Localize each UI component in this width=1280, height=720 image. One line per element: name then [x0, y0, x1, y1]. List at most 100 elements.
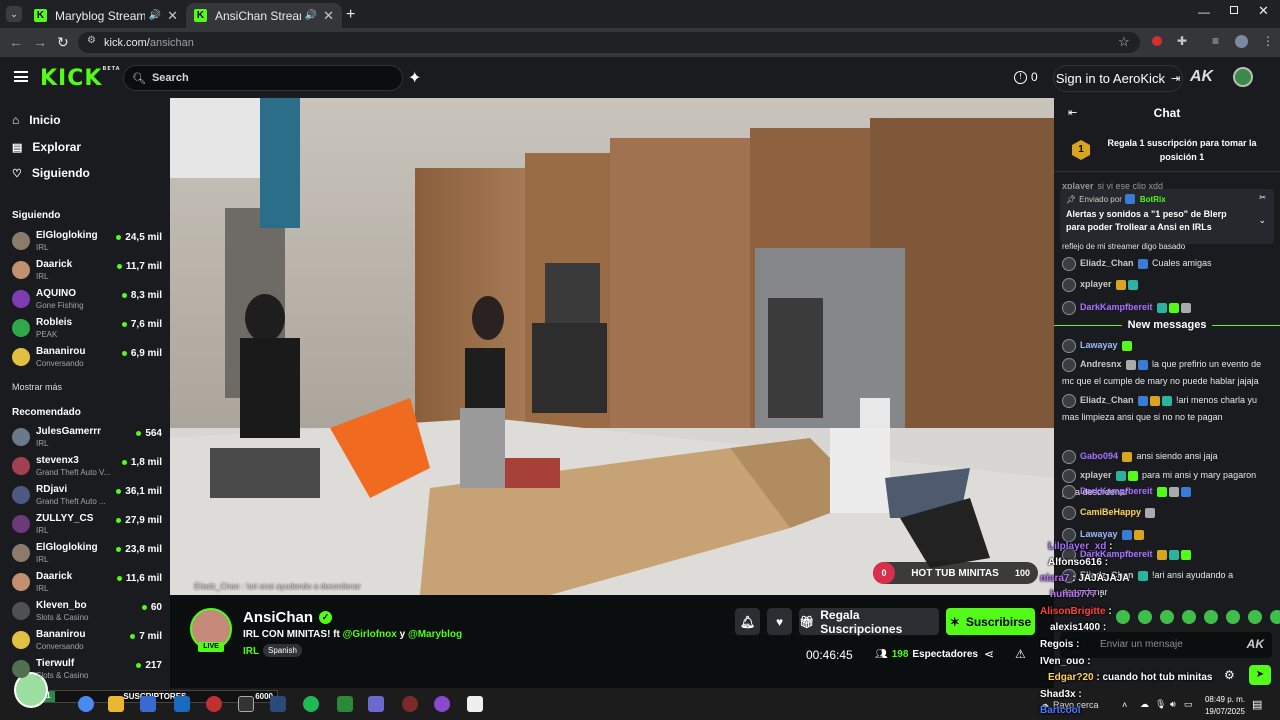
clock[interactable]: 08:49 p. m. 19/07/2025 — [1200, 694, 1245, 718]
browser-menu-icon[interactable]: ⋮ — [1262, 34, 1274, 48]
chat-settings-gear-icon[interactable]: ⚙ — [1224, 668, 1235, 682]
recommended-channel[interactable]: JulesGamerrr IRL 564 — [12, 426, 162, 454]
sparkle-ai-icon[interactable]: ✦ — [408, 68, 421, 88]
chat-username[interactable]: DarkKampfbereit — [1080, 486, 1153, 496]
hamburger-menu-icon[interactable] — [14, 71, 28, 82]
chat-username[interactable]: Eliadz_Chan — [1080, 258, 1134, 268]
minimize-window-icon[interactable]: — — [1198, 5, 1210, 19]
pinned-message[interactable]: 📌︎ Enviado por BotRix Alertas y sonidos a … — [1060, 189, 1274, 244]
site-info-icon[interactable]: ⚙ — [87, 35, 96, 46]
emote-icon[interactable] — [1204, 610, 1218, 624]
volume-icon[interactable]: 🔊︎ — [1170, 699, 1176, 710]
signin-button[interactable]: Sign in to AeroKick ⇥ — [1053, 65, 1183, 92]
recommended-channel[interactable]: Kleven_bo Slots & Casino 60 — [12, 600, 162, 628]
close-tab-icon[interactable]: ✕ — [323, 8, 334, 24]
recommended-channel[interactable]: ZULLYY_CS IRL 27,9 mil — [12, 513, 162, 541]
show-more-link[interactable]: Mostrar más — [12, 382, 62, 392]
browser-tab-maryblog[interactable]: K Maryblog Stream - Watch L 🔊 ✕ — [26, 3, 186, 28]
close-window-icon[interactable]: ✕ — [1258, 3, 1269, 19]
emote-icon[interactable] — [1226, 610, 1240, 624]
category-link[interactable]: IRL — [243, 646, 259, 657]
emote-icon[interactable] — [1116, 610, 1130, 624]
chat-username[interactable]: DarkKampfbereit — [1080, 302, 1153, 312]
report-warning-icon[interactable]: ⚠ — [1015, 647, 1026, 661]
recommended-channel[interactable]: ElGlogloking IRL 23,8 mil — [12, 542, 162, 570]
streamer-name-row[interactable]: AnsiChan ✓ — [243, 609, 333, 626]
sidebar-nav-inicio[interactable]: ⌂ Inicio — [12, 113, 61, 127]
chat-send-button[interactable]: ➤ — [1249, 665, 1271, 685]
chat-username[interactable]: Lawayay — [1080, 529, 1118, 539]
following-channel[interactable]: AQUINO Gone Fishing 8,3 mil — [12, 288, 162, 316]
following-channel[interactable]: Daarick IRL 11,7 mil — [12, 259, 162, 287]
audio-icon[interactable]: 🔊 — [149, 10, 161, 21]
emote-icon[interactable] — [1160, 610, 1174, 624]
spotify-taskbar-icon[interactable] — [303, 696, 319, 712]
chat-input[interactable]: Enviar un mensaje AK — [1060, 632, 1272, 658]
chat-username[interactable]: CamiBeHappy — [1080, 507, 1141, 517]
camera-taskbar-icon[interactable] — [238, 696, 254, 712]
chrome-taskbar-icon[interactable] — [78, 696, 94, 712]
tab-search-button[interactable]: ⌄ — [6, 6, 22, 22]
extensions-puzzle-icon[interactable]: ✚ — [1177, 34, 1187, 48]
close-tab-icon[interactable]: ✕ — [167, 8, 178, 24]
chat-username[interactable]: xplayer — [1080, 470, 1112, 480]
browser-tab-ansichan[interactable]: K AnsiChan Stream - Watch L 🔊 ✕ — [186, 3, 342, 28]
chat-username[interactable]: Andresnx — [1080, 359, 1122, 369]
bookmark-star-icon[interactable]: ☆ — [1118, 34, 1130, 50]
emote-icon[interactable] — [1138, 610, 1152, 624]
search-input[interactable]: 🔍︎ Search — [123, 65, 403, 91]
recommended-channel[interactable]: Bananirou Conversando 7 mil — [12, 629, 162, 657]
chevron-down-icon[interactable]: ⌄ — [1258, 215, 1266, 226]
file-explorer-taskbar-icon[interactable] — [108, 696, 124, 712]
chat-username[interactable]: Lawayay — [1080, 340, 1118, 350]
video-player[interactable]: 0 HOT TUB MINITAS 100 Eliadz_Chan : !ari… — [170, 98, 1054, 595]
chat-username[interactable]: xplayer — [1080, 279, 1112, 289]
app-taskbar-icon[interactable] — [206, 696, 222, 712]
store-taskbar-icon[interactable] — [140, 696, 156, 712]
subscribe-button[interactable]: ✶ Suscribirse — [946, 608, 1035, 635]
app-taskbar-icon[interactable] — [402, 696, 418, 712]
url-bar[interactable]: ⚙ kick.com/ansichan — [78, 32, 1140, 53]
new-tab-button[interactable]: + — [346, 6, 355, 24]
network-icon[interactable]: ☁ — [1140, 699, 1149, 710]
following-channel[interactable]: ElGlogloking IRL 24,5 mil — [12, 230, 162, 258]
chat-username[interactable]: Gabo094 — [1080, 451, 1118, 461]
recommended-channel[interactable]: stevenx3 Grand Theft Auto V... 1,8 mil — [12, 455, 162, 483]
forward-arrow-icon[interactable]: → — [33, 34, 47, 50]
battery-icon[interactable]: ▭ — [1184, 699, 1193, 710]
following-channel[interactable]: Robleis PEAK 7,6 mil — [12, 317, 162, 345]
notifications-counter[interactable]: ! 0 — [1014, 70, 1038, 84]
profile-avatar-icon[interactable] — [1235, 35, 1248, 48]
restore-window-icon[interactable] — [1230, 6, 1238, 14]
follow-heart-button[interactable]: ♥ — [767, 608, 792, 635]
aerokick-logo-icon[interactable]: AK — [1190, 68, 1213, 86]
emote-icon[interactable] — [1270, 610, 1280, 624]
audio-icon[interactable]: 🔊 — [305, 10, 317, 21]
kick-logo[interactable]: KICKBETA — [40, 66, 121, 91]
chat-username[interactable]: Eliadz_Chan — [1080, 395, 1134, 405]
mention-link[interactable]: @Maryblog — [408, 629, 462, 640]
obs-taskbar-icon[interactable] — [434, 696, 450, 712]
extension-red-icon[interactable] — [1152, 36, 1162, 46]
recommended-channel[interactable]: RDjavi Grand Theft Auto ... 36,1 mil — [12, 484, 162, 512]
outlook-taskbar-icon[interactable] — [174, 696, 190, 712]
following-channel[interactable]: Bananirou Conversando 6,9 mil — [12, 346, 162, 374]
back-arrow-icon[interactable]: ← — [9, 34, 23, 50]
sidebar-nav-siguiendo[interactable]: ♡ Siguiendo — [12, 166, 90, 180]
steam-taskbar-icon[interactable] — [270, 696, 286, 712]
mic-icon[interactable]: 🎙︎ — [1155, 699, 1166, 710]
notion-taskbar-icon[interactable] — [467, 696, 483, 712]
aerokick-input-icon[interactable]: AK — [1247, 637, 1264, 651]
unpin-icon[interactable]: ✂ — [1259, 193, 1266, 202]
emote-icon[interactable] — [1182, 610, 1196, 624]
reload-icon[interactable]: ↻ — [57, 34, 69, 51]
tray-chevron-icon[interactable]: ˄ — [1122, 700, 1127, 710]
notification-bell-button[interactable]: 🔔︎ — [735, 608, 760, 635]
app-taskbar-icon[interactable] — [368, 696, 384, 712]
share-icon[interactable]: ⋖ — [984, 647, 994, 661]
reading-list-icon[interactable]: ≡ — [1212, 34, 1219, 48]
gift-subs-button[interactable]: 🎁︎ Regala Suscripciones — [799, 608, 939, 636]
recommended-channel[interactable]: Daarick IRL 11,6 mil — [12, 571, 162, 599]
user-avatar-icon[interactable] — [1233, 67, 1253, 87]
recommended-channel[interactable]: Tierwulf Slots & Casino 217 — [12, 658, 162, 686]
